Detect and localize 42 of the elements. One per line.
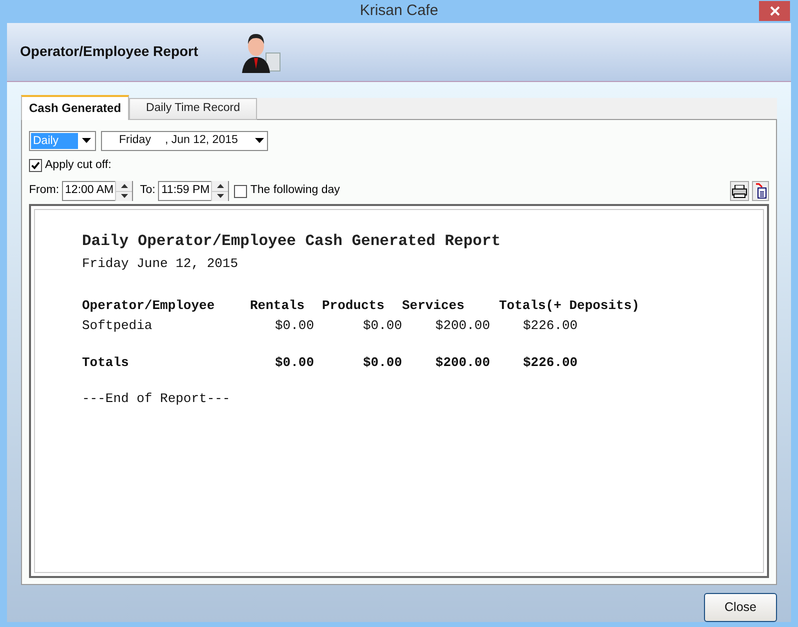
from-label: From: (29, 183, 60, 198)
date-day: Friday (119, 132, 165, 150)
to-time-field[interactable]: 11:59 PM (158, 181, 230, 202)
total-cell-text: $226.00 (523, 354, 578, 372)
table-cell-text: $226.00 (523, 317, 578, 336)
spin-buttons[interactable] (211, 181, 228, 202)
date-value: , Jun 12, 2015 (165, 133, 239, 148)
caret-icon (82, 138, 90, 144)
column-header: Rentals (250, 296, 305, 315)
table-cell-text: Softpedia (82, 317, 152, 336)
column-header: Products (322, 296, 384, 315)
total-cell-text: $200.00 (435, 354, 490, 372)
table-cell-text: $0.00 (362, 317, 402, 336)
report-end: ---End of Report--- (82, 390, 230, 408)
checkbox[interactable] (29, 158, 42, 172)
window-title: Krisan Cafe (360, 1, 438, 22)
close-icon[interactable] (759, 1, 790, 21)
report-date: Friday June 12, 2015 (82, 255, 238, 274)
following-day-label: The following day (250, 183, 340, 198)
total-cell-text: Totals (82, 354, 129, 372)
total-cell-text: $0.00 (274, 354, 314, 372)
table-cell-text: $200.00 (435, 317, 490, 336)
close-button[interactable]: Close (704, 592, 777, 622)
checkbox[interactable] (234, 184, 248, 198)
print-icon[interactable] (730, 181, 749, 202)
table-cell-text: $0.00 (274, 317, 314, 336)
to-label: To: (140, 183, 156, 198)
caret-icon (254, 138, 264, 144)
apply-cut-off-label: Apply cut off: (45, 158, 112, 173)
from-time-field[interactable]: 12:00 AM (62, 181, 134, 202)
export-icon[interactable] (752, 181, 769, 202)
column-header: Services (402, 296, 464, 315)
report-title: Daily Operator/Employee Cash Generated Report (82, 231, 501, 252)
tab[interactable]: Daily Time Record (129, 98, 257, 120)
tab[interactable]: Cash Generated (21, 94, 130, 120)
column-header: Totals(+ Deposits) (499, 296, 640, 315)
spin-buttons[interactable] (115, 181, 132, 202)
column-header: Operator/Employee (82, 296, 215, 315)
header-title: Operator/Employee Report (20, 42, 198, 62)
period-value: Daily (31, 132, 78, 149)
total-cell-text: $0.00 (362, 354, 402, 372)
date-picker[interactable]: Friday , Jun 12, 2015 (101, 130, 268, 151)
